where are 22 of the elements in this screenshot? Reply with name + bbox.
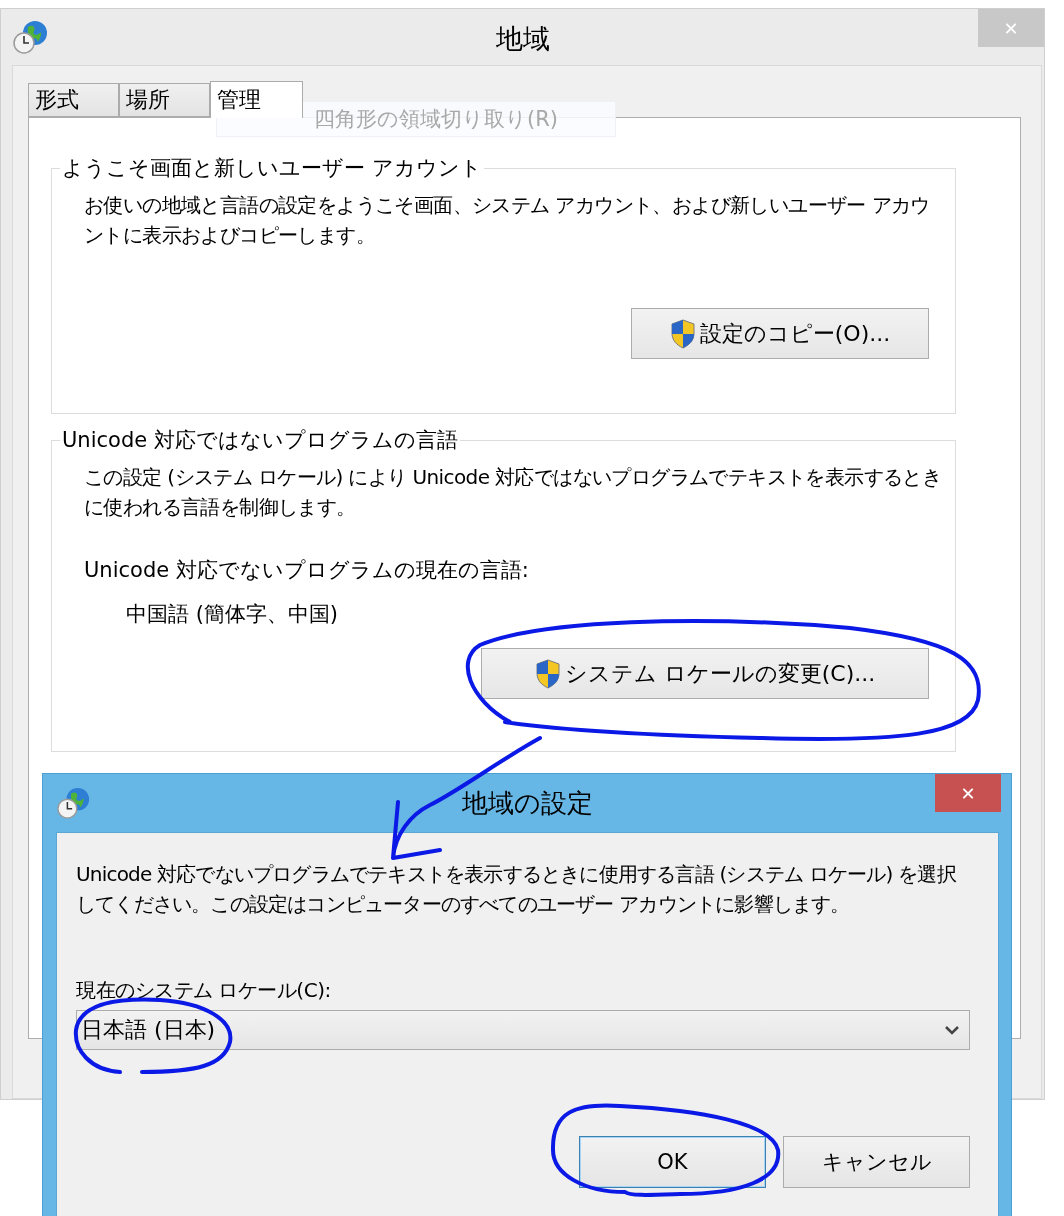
dropdown-value: 日本語 (日本) [81,1016,216,1044]
group-title: ようこそ画面と新しいユーザー アカウント [61,155,483,182]
tab[interactable]: 場所 [119,83,210,117]
description-text: Unicode 対応でないプログラムでテキストを表示するときに使用する言語 (システム ロケール) を選択してください。この設定はコンピューターのすべてのユーザー アカウントに影響します。 [76,861,957,918]
tab[interactable]: 形式 [28,83,119,117]
window-title: 地域 [495,22,550,56]
field-label: Unicode 対応でないプログラムの現在の言語: [84,557,530,584]
globe-clock-icon [57,786,91,820]
chevron-down-icon [945,1025,959,1035]
description-text: お使いの地域と言語の設定をようこそ画面、システム アカウント、および新しいユーザー アカウントに表示およびコピーします。 [84,192,931,249]
description-text: この設定 (システム ロケール) により Unicode 対応ではないプログラムでテキストを表示するときに使われる言語を制御します。 [84,464,943,521]
group-title: Unicode 対応ではないプログラムの言語 [61,427,459,454]
current-language-text: 中国語 (簡体字、中国) [126,601,340,628]
close-button[interactable]: ✕ [935,774,1001,812]
dialog-button[interactable]: キャンセル [783,1136,970,1188]
field-label: 現在のシステム ロケール(C): [76,977,332,1004]
command-button[interactable]: システム ロケールの変更(C)... [481,648,929,699]
locale-dropdown[interactable]: 日本語 (日本) [76,1010,970,1050]
globe-clock-icon [13,19,49,55]
command-button[interactable]: 設定のコピー(O)... [631,308,929,359]
dialog-button[interactable]: OK [579,1136,766,1188]
dialog-title: 地域の設定 [461,787,593,820]
